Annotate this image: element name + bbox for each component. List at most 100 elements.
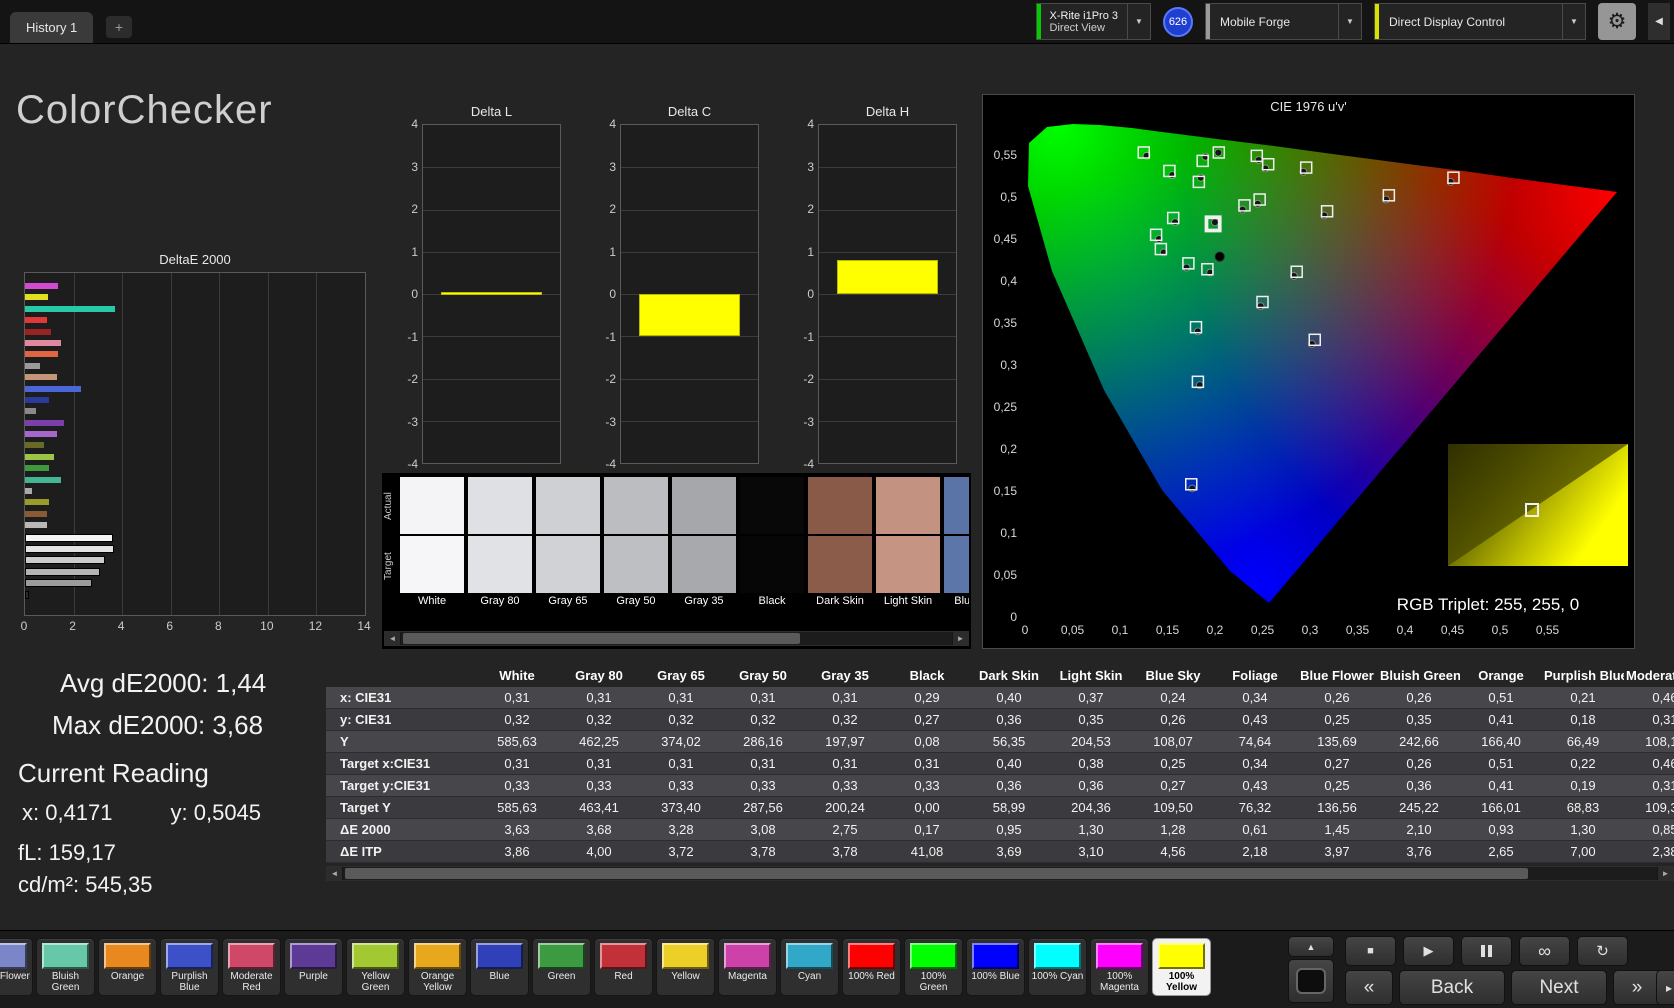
patch-button-100-red[interactable]: 100% Red <box>842 938 901 996</box>
patch-label: Yellow Green <box>361 971 390 993</box>
swatch-label: Blue Sky <box>954 595 969 607</box>
next-chevron-button[interactable]: » <box>1613 970 1661 1005</box>
swatch-strip-scrollbar[interactable]: ◄ ► <box>384 631 969 646</box>
chart-title: Delta L <box>470 104 513 119</box>
patch-button-blue-flower[interactable]: Blue Flower <box>0 938 33 996</box>
continuous-button[interactable]: ∞ <box>1519 936 1570 966</box>
table-cell: 0,35 <box>1378 708 1460 731</box>
scroll-left-icon[interactable]: ◄ <box>385 632 400 645</box>
patch-button-orange[interactable]: Orange <box>98 938 157 996</box>
scrollbar-thumb[interactable] <box>403 633 800 644</box>
chevron-down-icon[interactable]: ▼ <box>1562 4 1585 39</box>
de2000-bar <box>25 453 55 460</box>
patch-button-orange-yellow[interactable]: Orange Yellow <box>408 938 467 996</box>
patch-button-cyan[interactable]: Cyan <box>780 938 839 996</box>
scrollbar-thumb[interactable] <box>345 868 1528 879</box>
axis-tick-label: 0,4 <box>1397 623 1414 637</box>
patch-button-purple[interactable]: Purple <box>284 938 343 996</box>
table-cell: 0,25 <box>1296 708 1378 731</box>
patch-button-bluish-green[interactable]: Bluish Green <box>36 938 95 996</box>
table-cell: 3,10 <box>1050 840 1132 863</box>
de2000-bar <box>25 544 115 553</box>
swatch-label: Gray 80 <box>480 595 520 607</box>
double-chevron-right-icon: » <box>1631 976 1643 998</box>
patch-button-red[interactable]: Red <box>594 938 653 996</box>
patch-button-100-cyan[interactable]: 100% Cyan <box>1028 938 1087 996</box>
axis-tick-label: -2 <box>803 372 814 386</box>
play-icon: ▶ <box>1423 943 1434 958</box>
patch-button-blue[interactable]: Blue <box>470 938 529 996</box>
patch-button-yellow-green[interactable]: Yellow Green <box>346 938 405 996</box>
patch-button-green[interactable]: Green <box>532 938 591 996</box>
table-cell: 1,30 <box>1050 818 1132 841</box>
repeat-button[interactable]: ↻ <box>1577 936 1628 966</box>
current-color-swatch <box>1448 444 1628 566</box>
patch-button-100-green[interactable]: 100% Green <box>904 938 963 996</box>
patch-swatch <box>538 943 585 969</box>
chevron-down-icon[interactable]: ▼ <box>1338 4 1361 39</box>
target-swatch <box>876 536 940 593</box>
back-button[interactable]: Back <box>1399 970 1505 1005</box>
axis-tick-label: 0,55 <box>1536 623 1560 637</box>
table-cell: 0,33 <box>640 774 722 797</box>
scroll-right-edge-button[interactable]: ▸ <box>1656 970 1674 1005</box>
patch-button-purplish-blue[interactable]: Purplish Blue <box>160 938 219 996</box>
table-cell: 2,18 <box>1214 840 1296 863</box>
chevron-down-icon[interactable]: ▼ <box>1127 4 1150 39</box>
actual-swatch <box>468 477 532 534</box>
table-cell: 0,46 <box>1624 752 1674 775</box>
meter-selector[interactable]: X-Rite i1Pro 3 Direct View ▼ <box>1035 3 1151 40</box>
patch-button-yellow[interactable]: Yellow <box>656 938 715 996</box>
back-chevron-button[interactable]: « <box>1345 970 1393 1005</box>
patch-button-100-blue[interactable]: 100% Blue <box>966 938 1025 996</box>
new-tab-button[interactable]: + <box>106 16 132 38</box>
deltae2000-chart-panel: DeltaE 2000 0 2 4 6 8 10 12 14 <box>21 252 371 634</box>
pattern-source-selector[interactable]: Mobile Forge ▼ <box>1205 3 1362 40</box>
table-cell: 7,00 <box>1542 840 1624 863</box>
axis-tick-label: -4 <box>605 457 616 471</box>
scroll-right-icon[interactable]: ► <box>953 632 968 645</box>
play-button[interactable]: ▶ <box>1403 936 1454 966</box>
measured-point <box>1254 156 1263 164</box>
display-control-selector[interactable]: Direct Display Control ▼ <box>1374 3 1586 40</box>
patch-button-moderate-red[interactable]: Moderate Red <box>222 938 281 996</box>
scrollbar-track[interactable] <box>401 632 952 645</box>
column-header: Blue Flower <box>1300 668 1374 683</box>
axis-tick-label: 0,45 <box>1441 623 1465 637</box>
swatch-label: Gray 65 <box>548 595 588 607</box>
pattern-window-button[interactable] <box>1288 959 1334 1003</box>
measured-point <box>1196 173 1205 182</box>
table-cell: 3,69 <box>968 840 1050 863</box>
patch-button-100-yellow[interactable]: 100% Yellow <box>1152 938 1211 996</box>
patch-button-row: Blue Flower Bluish Green Orange Purplish Bl… <box>0 938 1211 996</box>
scroll-right-icon[interactable]: ► <box>1658 867 1673 880</box>
patch-swatch <box>724 943 771 969</box>
scrollbar-track[interactable] <box>343 867 1657 880</box>
collapse-panel-button[interactable]: ◀ <box>1648 3 1670 40</box>
scroll-up-button[interactable]: ▲ <box>1288 936 1334 957</box>
table-cell: 0,08 <box>886 730 968 753</box>
patch-button-100-magenta[interactable]: 100% Magenta <box>1090 938 1149 996</box>
patch-swatch <box>42 943 89 969</box>
table-cell: 585,63 <box>476 730 558 753</box>
settings-button[interactable]: ⚙ <box>1598 3 1636 40</box>
actual-swatch <box>740 477 804 534</box>
actual-row-label: Actual <box>383 492 394 520</box>
measured-point <box>1194 327 1202 336</box>
table-cell: 0,51 <box>1460 687 1542 709</box>
swatch-column: Blue Sky <box>944 477 969 619</box>
pause-button[interactable] <box>1461 936 1512 966</box>
next-label: Next <box>1539 976 1579 998</box>
scroll-left-icon[interactable]: ◄ <box>327 867 342 880</box>
axis-tick-label: 1 <box>609 244 616 259</box>
black-measured-point <box>1214 251 1225 262</box>
next-button[interactable]: Next <box>1511 970 1607 1005</box>
table-cell: 0,33 <box>558 774 640 797</box>
table-cell: 0,33 <box>886 774 968 797</box>
tab-history-1[interactable]: History 1 <box>10 12 94 43</box>
table-scrollbar[interactable]: ◄ ► <box>326 866 1674 881</box>
actual-swatch <box>536 477 600 534</box>
stop-button[interactable]: ■ <box>1345 936 1396 966</box>
patch-button-magenta[interactable]: Magenta <box>718 938 777 996</box>
de2000-bar <box>25 385 81 392</box>
